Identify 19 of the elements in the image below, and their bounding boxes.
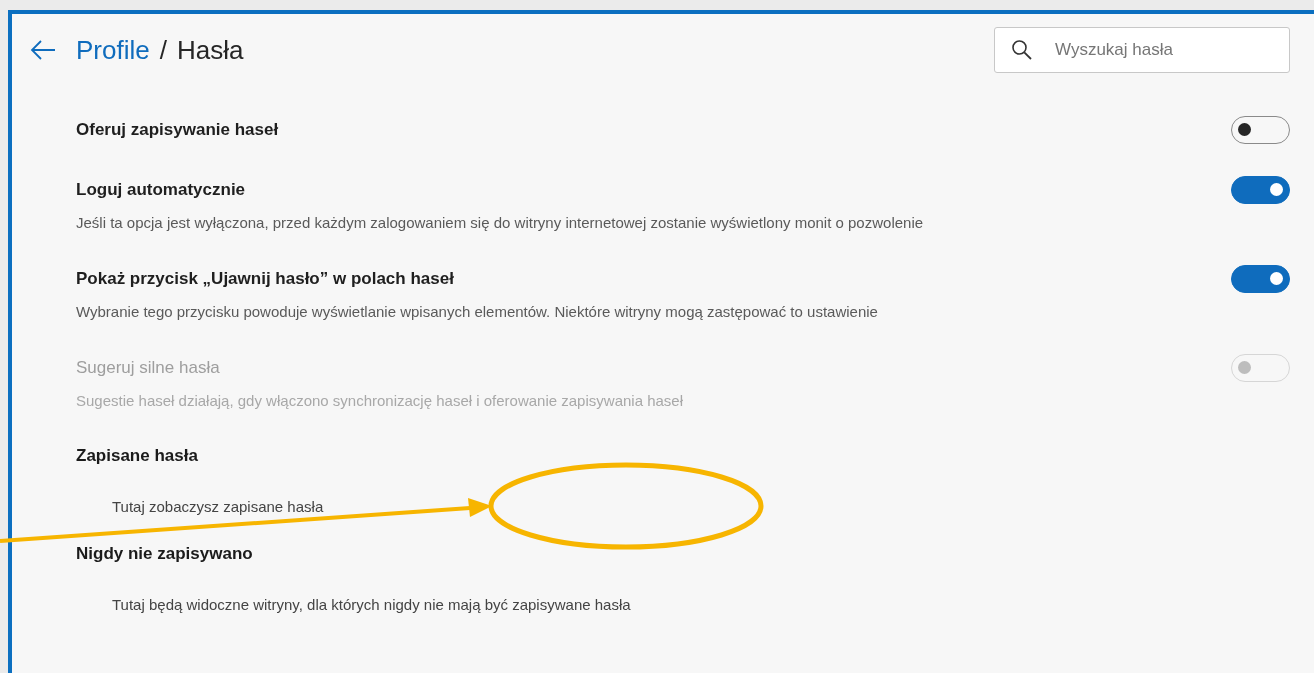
breadcrumb-link[interactable]: Profile	[76, 34, 150, 66]
setting-label: Loguj automatycznie	[76, 180, 246, 200]
page-title: Hasła	[176, 34, 244, 66]
toggle-switch[interactable]	[1231, 116, 1290, 144]
setting-description: Wybranie tego przycisku powoduje wyświetlanie wpisanych elementów. Niektóre witryny mogą zastępować to ustawienie	[76, 302, 879, 322]
section-title: Nigdy nie zapisywano	[76, 543, 254, 565]
setting-description: Sugestie haseł działają, gdy włączono synchronizację haseł i oferowanie zapisywania haseł	[76, 391, 685, 411]
section-title: Zapisane hasła	[76, 445, 199, 467]
back-arrow-icon[interactable]	[30, 39, 56, 61]
toggle-switch[interactable]	[1231, 176, 1290, 204]
setting-label: Sugeruj silne hasła	[76, 358, 220, 378]
empty-message: Tutaj zobaczysz zapisane hasła	[112, 497, 325, 517]
toggle-switch[interactable]	[1231, 265, 1290, 293]
breadcrumb-separator: /	[159, 34, 167, 66]
setting-description: Jeśli ta opcja jest wyłączona, przed każdym zalogowaniem się do witryny internetowej zostanie wyświetlony monit o pozwolenie	[76, 213, 925, 233]
search-field[interactable]: Wyszukaj hasła	[994, 27, 1290, 73]
empty-message: Tutaj będą widoczne witryny, dla których nigdy nie mają być zapisywane hasła	[112, 595, 632, 615]
setting-label: Oferuj zapisywanie haseł	[76, 120, 279, 140]
setting-label: Pokaż przycisk „Ujawnij hasło” w polach haseł	[76, 269, 454, 289]
